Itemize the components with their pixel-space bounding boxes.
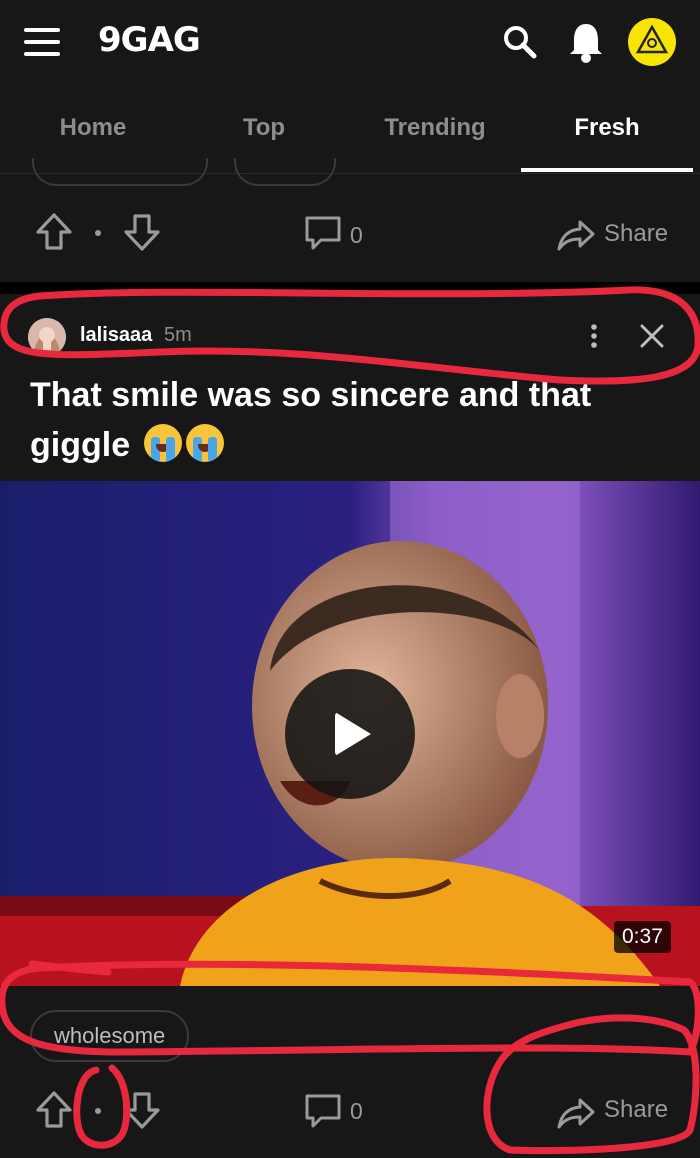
search-icon[interactable] xyxy=(500,22,540,62)
more-options-icon[interactable] xyxy=(584,322,604,350)
hazard-icon xyxy=(635,24,669,54)
share-label[interactable]: Share xyxy=(604,1096,668,1124)
previous-tag-pill[interactable] xyxy=(32,158,208,186)
play-button[interactable] xyxy=(285,669,415,799)
share-icon[interactable] xyxy=(556,1096,596,1130)
tab-trending[interactable]: Trending xyxy=(349,114,521,142)
previous-tag-pill[interactable] xyxy=(234,158,336,186)
post-divider xyxy=(0,282,700,294)
downvote-icon[interactable] xyxy=(122,1090,162,1130)
video-duration: 0:37 xyxy=(614,921,671,953)
share-icon[interactable] xyxy=(556,218,596,252)
tab-top[interactable]: Top xyxy=(178,114,350,142)
menu-icon[interactable] xyxy=(24,28,60,56)
user-avatar[interactable] xyxy=(628,18,676,66)
comment-icon[interactable] xyxy=(304,1092,342,1130)
post-title[interactable]: That smile was so sincere and that giggl… xyxy=(30,370,670,470)
tag-wholesome[interactable]: wholesome xyxy=(30,1010,190,1062)
active-tab-indicator xyxy=(521,168,693,172)
upvote-icon[interactable] xyxy=(34,1090,74,1130)
tab-home[interactable]: Home xyxy=(7,114,179,142)
downvote-icon[interactable] xyxy=(122,212,162,252)
post-title-text: That smile was so sincere and that giggl… xyxy=(30,376,592,464)
bell-icon[interactable] xyxy=(566,20,606,64)
vote-separator xyxy=(95,230,101,236)
top-bar: 9GAG xyxy=(0,0,700,84)
comment-icon[interactable] xyxy=(304,214,342,252)
upvote-icon[interactable] xyxy=(34,212,74,252)
crying-face-icon xyxy=(143,424,182,462)
poster-avatar-image xyxy=(28,318,66,356)
comment-count: 0 xyxy=(350,1098,363,1124)
vote-separator xyxy=(95,1108,101,1114)
previous-post-actions: 0 Share xyxy=(0,192,700,276)
comment-count: 0 xyxy=(350,222,363,248)
post-time: 5m xyxy=(164,324,192,346)
tab-fresh[interactable]: Fresh xyxy=(521,114,693,142)
video-player[interactable]: 0:37 xyxy=(0,481,700,986)
close-icon[interactable] xyxy=(636,318,668,354)
share-label[interactable]: Share xyxy=(604,220,668,248)
poster-avatar[interactable] xyxy=(28,318,66,356)
app-logo[interactable]: 9GAG xyxy=(98,20,201,60)
crying-face-icon xyxy=(185,424,224,462)
poster-username[interactable]: lalisaaa xyxy=(80,324,152,347)
post-actions: 0 Share xyxy=(0,1070,700,1154)
